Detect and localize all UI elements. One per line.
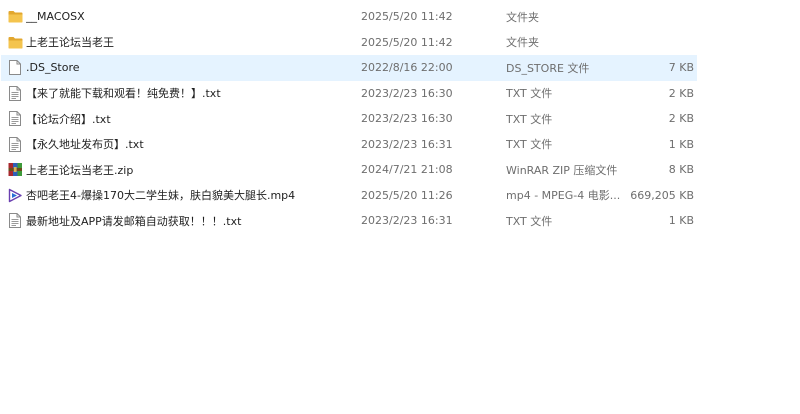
file-modified-date: 2025/5/20 11:26: [361, 188, 453, 202]
file-modified-date: 2025/5/20 11:42: [361, 35, 453, 49]
file-name: 【来了就能下载和观看！纯免费！】.txt: [26, 87, 221, 101]
file-type: TXT 文件: [506, 138, 553, 152]
file-row[interactable]: 最新地址及APP请发邮箱自动获取！！！.txt 2023/2/23 16:31 TX…: [1, 208, 697, 234]
file-name: 上老王论坛当老王: [26, 36, 114, 50]
file-name: __MACOSX: [26, 10, 85, 24]
text-file-icon: [7, 107, 23, 131]
file-modified-date: 2025/5/20 11:42: [361, 10, 453, 24]
file-name: 【论坛介绍】.txt: [26, 112, 111, 126]
text-file-icon: [7, 133, 23, 157]
file-row[interactable]: 【来了就能下载和观看！纯免费！】.txt 2023/2/23 16:30 TXT 文…: [1, 81, 697, 107]
file-modified-date: 2023/2/23 16:31: [361, 137, 453, 151]
file-size: 669,205 KB: [630, 188, 694, 202]
file-size: 2 KB: [668, 112, 694, 126]
text-file-icon: [7, 82, 23, 106]
file-modified-date: 2023/2/23 16:31: [361, 214, 453, 228]
file-type: TXT 文件: [506, 214, 553, 228]
file-name: 杏吧老王4-爆操170大二学生妹，肤白貌美大腿长.mp4: [26, 189, 296, 203]
file-row[interactable]: 【永久地址发布页】.txt 2023/2/23 16:31 TXT 文件 1 KB: [1, 132, 697, 158]
file-name: 上老王论坛当老王.zip: [26, 163, 134, 177]
file-size: 1 KB: [668, 137, 694, 151]
file-size: 2 KB: [668, 86, 694, 100]
file-size: 7 KB: [668, 61, 694, 75]
file-row[interactable]: 杏吧老王4-爆操170大二学生妹，肤白貌美大腿长.mp4 2025/5/20 11…: [1, 183, 697, 209]
file-modified-date: 2024/7/21 21:08: [361, 163, 453, 177]
text-file-icon: [7, 209, 23, 233]
folder-icon: [7, 31, 23, 55]
file-modified-date: 2023/2/23 16:30: [361, 112, 453, 126]
file-row[interactable]: .DS_Store 2022/8/16 22:00 DS_STORE 文件 7 KB: [1, 55, 697, 81]
file-type: WinRAR ZIP 压缩文件: [506, 163, 618, 177]
file-row[interactable]: 【论坛介绍】.txt 2023/2/23 16:30 TXT 文件 2 KB: [1, 106, 697, 132]
file-list: __MACOSX 2025/5/20 11:42 文件夹 上老王论坛当老王 2025/5…: [0, 4, 800, 234]
file-modified-date: 2022/8/16 22:00: [361, 61, 453, 75]
file-row[interactable]: 上老王论坛当老王.zip 2024/7/21 21:08 WinRAR ZIP 压缩…: [1, 157, 697, 183]
file-size: 8 KB: [668, 163, 694, 177]
file-row[interactable]: __MACOSX 2025/5/20 11:42 文件夹: [1, 4, 697, 30]
file-type: TXT 文件: [506, 112, 553, 126]
file-name: 【永久地址发布页】.txt: [26, 138, 144, 152]
file-row[interactable]: 上老王论坛当老王 2025/5/20 11:42 文件夹: [1, 30, 697, 56]
file-type: TXT 文件: [506, 87, 553, 101]
file-type: 文件夹: [506, 36, 539, 50]
file-type: DS_STORE 文件: [506, 61, 590, 75]
winrar-archive-icon: [7, 158, 23, 182]
video-file-icon: [7, 184, 23, 208]
file-modified-date: 2023/2/23 16:30: [361, 86, 453, 100]
file-size: 1 KB: [668, 214, 694, 228]
folder-icon: [7, 5, 23, 29]
file-icon: [7, 56, 23, 80]
file-type: 文件夹: [506, 10, 539, 24]
file-type: mp4 - MPEG-4 电影...: [506, 189, 621, 203]
file-name: .DS_Store: [26, 61, 80, 75]
file-name: 最新地址及APP请发邮箱自动获取！！！.txt: [26, 214, 242, 228]
